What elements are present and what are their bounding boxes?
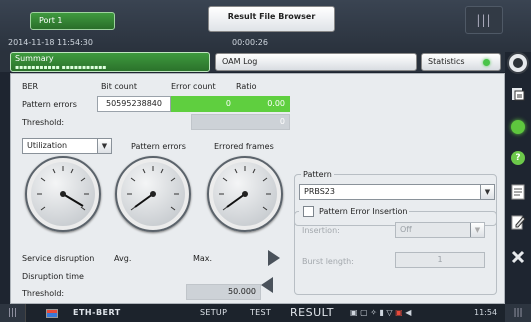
disruption-threshold-value: 50.000	[186, 284, 261, 300]
bit-count-value: 50595238840	[97, 96, 171, 112]
pattern-legend: Pattern	[301, 170, 334, 179]
status-led-icon	[508, 117, 528, 137]
threshold-value: 0	[191, 114, 290, 130]
col-ratio: Ratio	[236, 82, 257, 91]
burst-length-label: Burst length:	[302, 257, 354, 266]
summary-panel: BER Bit count Error count Ratio Pattern …	[10, 73, 505, 304]
timestamp: 2014-11-18 11:54:30	[8, 38, 93, 47]
pattern-select[interactable]: PRBS23 ▼	[299, 184, 495, 200]
port-tab[interactable]: Port 1	[30, 12, 115, 30]
pattern-value: PRBS23	[304, 187, 335, 196]
disruption-time-label: Disruption time	[22, 272, 84, 281]
ratio-value: 0.00	[236, 96, 290, 112]
errored-frames-gauge	[207, 156, 283, 232]
pattern-error-insertion-checkbox[interactable]	[303, 206, 314, 217]
app-name: ETH-BERT	[73, 308, 121, 317]
menu-handle-icon[interactable]: |||	[465, 6, 503, 34]
service-disruption-label: Service disruption	[22, 254, 95, 263]
signal-icon: ▽	[386, 308, 393, 317]
status-led-icon	[483, 59, 490, 66]
gauge-label-pattern-errors: Pattern errors	[131, 142, 186, 151]
utilization-gauge	[25, 156, 101, 232]
left-handle-icon[interactable]: |||	[0, 304, 26, 322]
row-threshold: Threshold:	[22, 118, 65, 127]
insertion-value: Off	[400, 225, 412, 234]
chevron-down-icon[interactable]: ▼	[97, 139, 111, 153]
col-error-count: Error count	[171, 82, 216, 91]
tab-row: Summary ▪▪▪▪▪▪▪▪▪▪▪ ▪▪▪▪▪▪▪▪▪▪▪ OAM Log …	[0, 52, 505, 72]
gauge-dial-icon	[37, 166, 89, 211]
gauge-dial-icon	[127, 166, 179, 211]
bottom-bar: ||| ETH-BERT SETUP TEST RESULT ▣ ▢ ✧ ▮ ▽…	[0, 304, 531, 322]
tab-oam-log[interactable]: OAM Log	[215, 53, 417, 71]
tab-summary-label: Summary	[15, 54, 54, 63]
ber-title: BER	[22, 82, 39, 91]
gauge-label-errored-frames: Errored frames	[214, 142, 274, 151]
gauge-metric-select[interactable]: Utilization ▼	[22, 138, 112, 154]
alert-icon: ▣	[395, 308, 403, 317]
chevron-down-icon[interactable]: ▼	[470, 223, 484, 237]
burst-length-input[interactable]: 1	[395, 252, 485, 268]
right-sidebar: ?	[505, 52, 531, 304]
display-icon: ▢	[360, 308, 368, 317]
system-tray: ▣ ▢ ✧ ▮ ▽ ▣ ◀	[350, 308, 411, 317]
record-icon[interactable]	[507, 52, 529, 74]
report-icon[interactable]	[508, 182, 528, 202]
max-label: Max.	[193, 254, 213, 263]
tab-summary[interactable]: Summary ▪▪▪▪▪▪▪▪▪▪▪ ▪▪▪▪▪▪▪▪▪▪▪	[10, 52, 210, 72]
gauge-metric-value: Utilization	[27, 141, 68, 150]
wifi-icon: ✧	[370, 308, 377, 317]
col-bit-count: Bit count	[101, 82, 137, 91]
top-bar: Port 1 Result File Browser 2014-11-18 11…	[0, 0, 531, 52]
summary-status-dots: ▪▪▪▪▪▪▪▪▪▪▪ ▪▪▪▪▪▪▪▪▪▪▪	[15, 64, 107, 71]
insertion-label: Insertion:	[302, 226, 340, 235]
volume-icon: ◀	[405, 308, 412, 317]
battery-icon: ▮	[379, 308, 384, 317]
prev-arrow-icon[interactable]	[261, 277, 273, 293]
pattern-error-insertion-label: Pattern Error Insertion	[319, 207, 408, 216]
tab-statistics[interactable]: Statistics	[421, 53, 501, 71]
network-icon: ▣	[350, 308, 358, 317]
edit-icon[interactable]	[508, 212, 528, 232]
help-icon[interactable]: ?	[508, 148, 528, 168]
next-arrow-icon[interactable]	[268, 250, 280, 266]
test-settings-icon[interactable]	[508, 84, 528, 104]
elapsed-time: 00:00:26	[232, 38, 268, 47]
row-pattern-errors: Pattern errors	[22, 100, 77, 109]
nav-test[interactable]: TEST	[250, 308, 271, 317]
tab-statistics-label: Statistics	[428, 57, 465, 66]
gauge-dial-icon	[219, 166, 271, 211]
clock: 11:54	[474, 308, 498, 317]
avg-label: Avg.	[114, 254, 132, 263]
pattern-errors-gauge	[115, 156, 191, 232]
nav-setup[interactable]: SETUP	[200, 308, 227, 317]
disruption-threshold-label: Threshold:	[22, 289, 65, 298]
right-handle-icon[interactable]: |||	[505, 304, 531, 322]
close-icon[interactable]	[508, 247, 528, 267]
error-count-value: 0	[171, 96, 236, 112]
chevron-down-icon[interactable]: ▼	[480, 185, 494, 199]
result-file-browser-button[interactable]: Result File Browser	[208, 6, 335, 32]
nav-result[interactable]: RESULT	[290, 306, 334, 319]
insertion-select[interactable]: Off ▼	[395, 222, 485, 238]
app-flag-icon	[46, 309, 58, 318]
